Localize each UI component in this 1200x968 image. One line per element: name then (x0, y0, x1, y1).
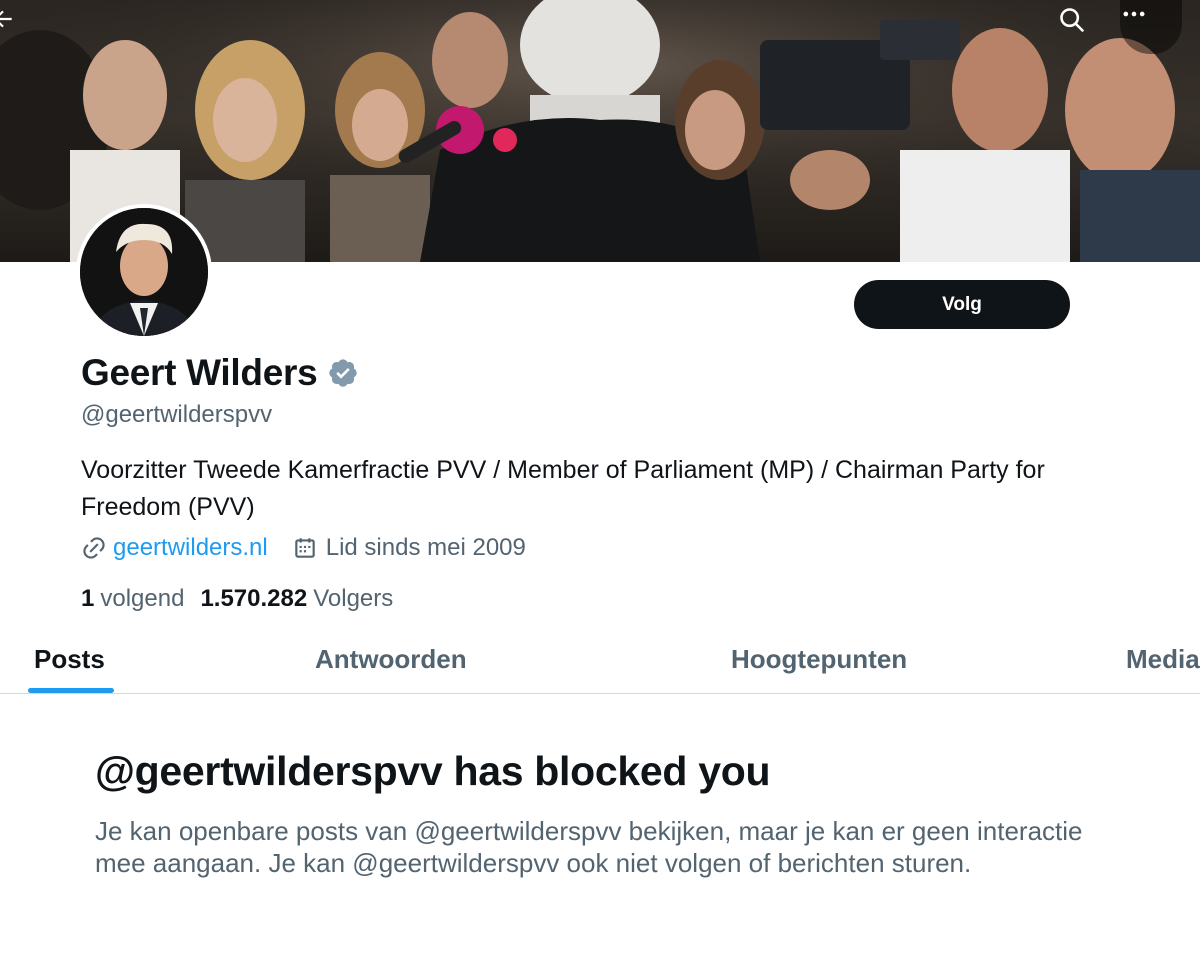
blocked-description: Je kan openbare posts van @geertwildersp… (95, 816, 1083, 878)
website-link[interactable]: geertwilders.nl (113, 534, 268, 562)
followers-label: Volgers (313, 585, 394, 612)
tab-media[interactable]: Media (1126, 644, 1200, 675)
calendar-icon (294, 538, 315, 558)
arrow-left-icon (0, 10, 12, 28)
active-tab-indicator (28, 688, 114, 693)
profile-page: Volg Geert Wilders @geertwilderspvv Voor… (0, 0, 1200, 968)
tab-highlights[interactable]: Hoogtepunten (731, 644, 907, 675)
more-horizontal-icon (1123, 11, 1145, 17)
profile-handle: @geertwilderspvv (81, 401, 273, 428)
following-stat[interactable]: 1 volgend (81, 585, 184, 613)
followers-count: 1.570.282 (200, 585, 308, 612)
blocked-title: @geertwilderspvv has blocked you (95, 748, 771, 794)
following-label: volgend (100, 585, 185, 612)
link-icon (83, 537, 105, 559)
profile-stats: 1 volgend 1.570.282 Volgers (81, 585, 409, 613)
followers-stat[interactable]: 1.570.282 Volgers (200, 585, 393, 613)
profile-meta: geertwilders.nl Lid sinds mei 2009 (81, 534, 526, 562)
following-count: 1 (81, 585, 95, 612)
profile-name-row: Geert Wilders (81, 352, 359, 394)
follow-button[interactable]: Volg (854, 280, 1070, 329)
back-button[interactable] (0, 6, 34, 50)
search-button[interactable] (1058, 6, 1102, 50)
profile-bio: Voorzitter Tweede Kamerfractie PVV / Mem… (81, 456, 1045, 521)
avatar[interactable] (76, 204, 212, 340)
profile-name: Geert Wilders (81, 352, 318, 393)
profile-tabs: Posts Antwoorden Hoogtepunten Media (0, 630, 1200, 694)
tab-posts[interactable]: Posts (34, 644, 105, 675)
tab-replies[interactable]: Antwoorden (315, 644, 467, 675)
verified-badge-icon[interactable] (327, 357, 359, 389)
joined-date: Lid sinds mei 2009 (325, 534, 526, 561)
avatar-photo (80, 208, 208, 336)
search-icon (1060, 8, 1084, 32)
